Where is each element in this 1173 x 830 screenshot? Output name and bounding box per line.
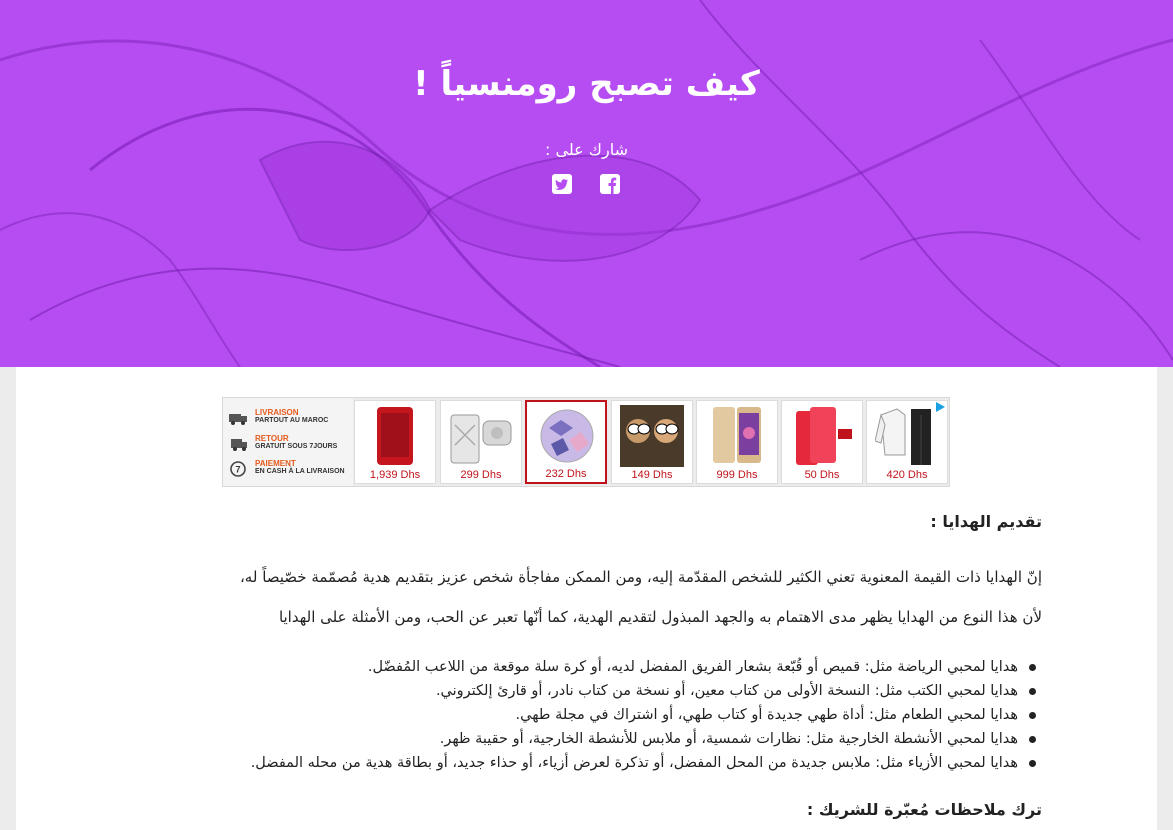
- hero-banner: كيف تصبح رومنسياً ! شارك على :: [0, 0, 1173, 367]
- gift-list: هدايا لمحبي الرياضة مثل: قميص أو قُبّعة …: [142, 655, 1042, 775]
- svg-text:7: 7: [235, 465, 240, 475]
- adchoices-icon[interactable]: [933, 399, 947, 413]
- section-heading: ترك ملاحظات مُعبّرة للشريك :: [806, 800, 1042, 819]
- paragraph: إنّ الهدايا ذات القيمة المعنوية تعني الك…: [239, 568, 1042, 586]
- sunglasses-image: [620, 405, 684, 467]
- red-smartphone-image: [377, 407, 413, 465]
- ad-product-card[interactable]: 50 Dhs: [781, 400, 863, 484]
- twitter-icon[interactable]: [551, 173, 573, 195]
- white-device-image: [450, 414, 512, 464]
- ad-product-card[interactable]: 149 Dhs: [611, 400, 693, 484]
- list-item: هدايا لمحبي الأزياء مثل: ملابس جديدة من …: [142, 751, 1042, 775]
- list-item: هدايا لمحبي الكتب مثل: النسخة الأولى من …: [142, 679, 1042, 703]
- bullet-icon: [1029, 688, 1036, 695]
- share-icons: [547, 173, 627, 197]
- seven-days-icon: 7: [229, 461, 249, 477]
- bullet-icon: [1029, 712, 1036, 719]
- facebook-icon[interactable]: [599, 173, 621, 195]
- list-item: هدايا لمحبي الطعام مثل: أداة طهي جديدة أ…: [142, 703, 1042, 727]
- bullet-icon: [1029, 760, 1036, 767]
- ad-product-card[interactable]: 232 Dhs: [525, 400, 607, 484]
- bullet-icon: [1029, 664, 1036, 671]
- page-margin-left: [0, 367, 16, 830]
- page-title: كيف تصبح رومنسياً !: [413, 64, 760, 104]
- ad-feature-delivery: LIVRAISON PARTOUT AU MAROC: [229, 408, 353, 428]
- section-heading: تقديم الهدايا :: [930, 512, 1042, 531]
- gold-smartphone-image: [713, 407, 761, 463]
- list-item: هدايا لمحبي الأنشطة الخارجية مثل: نظارات…: [142, 727, 1042, 751]
- ad-product-card[interactable]: 1,939 Dhs: [354, 400, 436, 484]
- tracksuit-image: [875, 408, 931, 465]
- truck-icon: [229, 410, 249, 426]
- ad-features: LIVRAISON PARTOUT AU MAROC RETOUR GRATUI…: [223, 398, 353, 486]
- ad-banner[interactable]: LIVRAISON PARTOUT AU MAROC RETOUR GRATUI…: [222, 397, 950, 487]
- bullet-icon: [1029, 736, 1036, 743]
- phone-grip-image: [540, 409, 594, 463]
- red-phone-image: [796, 407, 852, 465]
- ad-feature-payment: 7 PAIEMENT EN CASH À LA LIVRAISON: [229, 459, 353, 479]
- ad-product-card[interactable]: 299 Dhs: [440, 400, 522, 484]
- delivery-icon: [229, 436, 249, 452]
- page-margin-right: [1157, 367, 1173, 830]
- paragraph: لأن هذا النوع من الهدايا يظهر مدى الاهتم…: [278, 608, 1042, 626]
- share-label: شارك على :: [545, 140, 628, 159]
- ad-product-card[interactable]: 999 Dhs: [696, 400, 778, 484]
- ad-feature-return: RETOUR GRATUIT SOUS 7JOURS: [229, 434, 353, 454]
- list-item: هدايا لمحبي الرياضة مثل: قميص أو قُبّعة …: [142, 655, 1042, 679]
